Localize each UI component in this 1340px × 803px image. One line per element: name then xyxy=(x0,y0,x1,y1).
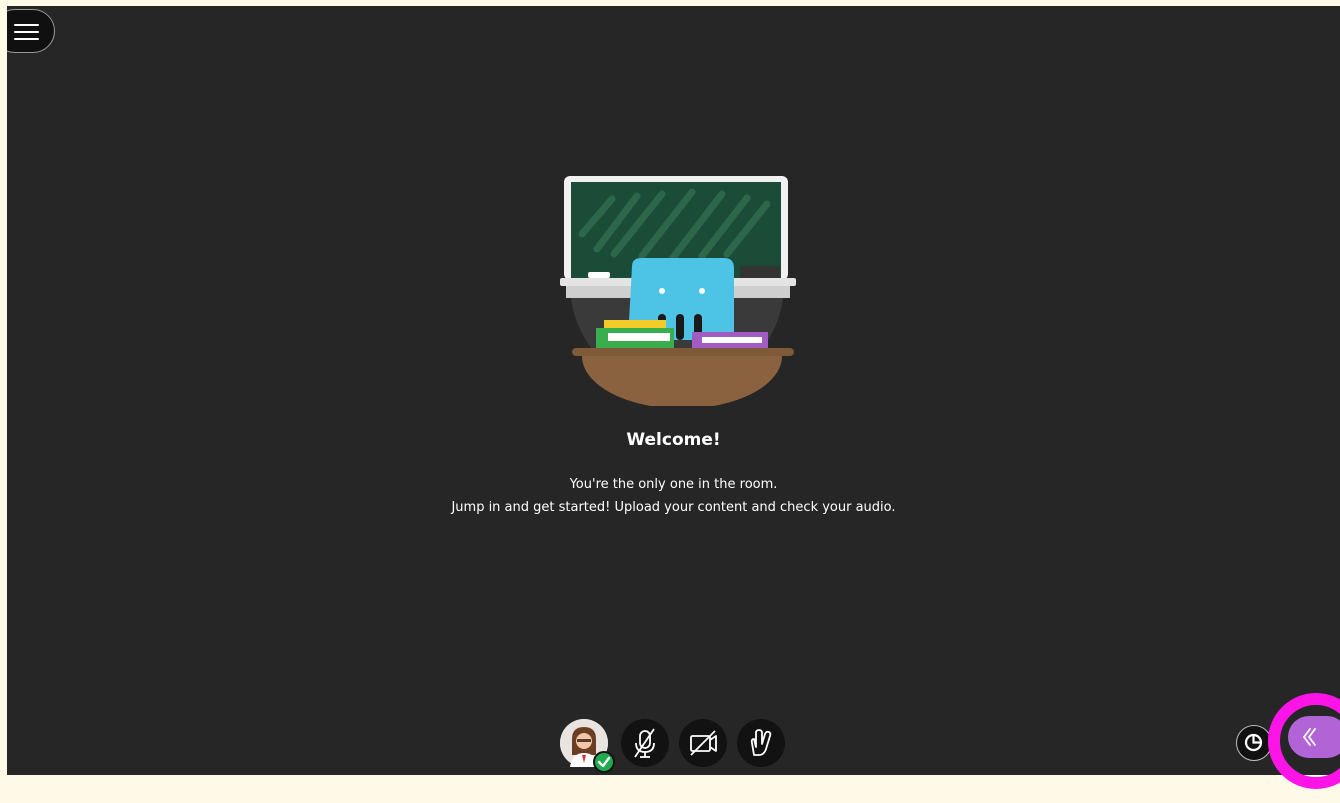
raise-hand-button[interactable] xyxy=(737,719,785,767)
menu-button[interactable] xyxy=(7,9,55,53)
session-feedback-button[interactable] xyxy=(1236,725,1272,761)
my-status-button[interactable] xyxy=(560,719,615,773)
open-collaborate-panel-button[interactable] xyxy=(1288,716,1340,758)
camera-off-icon xyxy=(690,730,717,756)
checkmark-icon xyxy=(593,751,615,773)
main-stage: Welcome! You're the only one in the room… xyxy=(7,6,1340,775)
microphone-muted-icon xyxy=(634,728,655,758)
raise-hand-icon xyxy=(750,729,772,756)
classroom-illustration xyxy=(560,176,796,406)
welcome-message-line2: Jump in and get started! Upload your con… xyxy=(451,500,896,515)
welcome-title: Welcome! xyxy=(626,430,721,450)
welcome-message-line1: You're the only one in the room. xyxy=(569,477,778,492)
camera-button[interactable] xyxy=(679,719,727,767)
double-chevron-left-icon xyxy=(1302,728,1316,746)
microphone-button[interactable] xyxy=(621,719,669,767)
session-feedback-icon xyxy=(1244,733,1263,752)
